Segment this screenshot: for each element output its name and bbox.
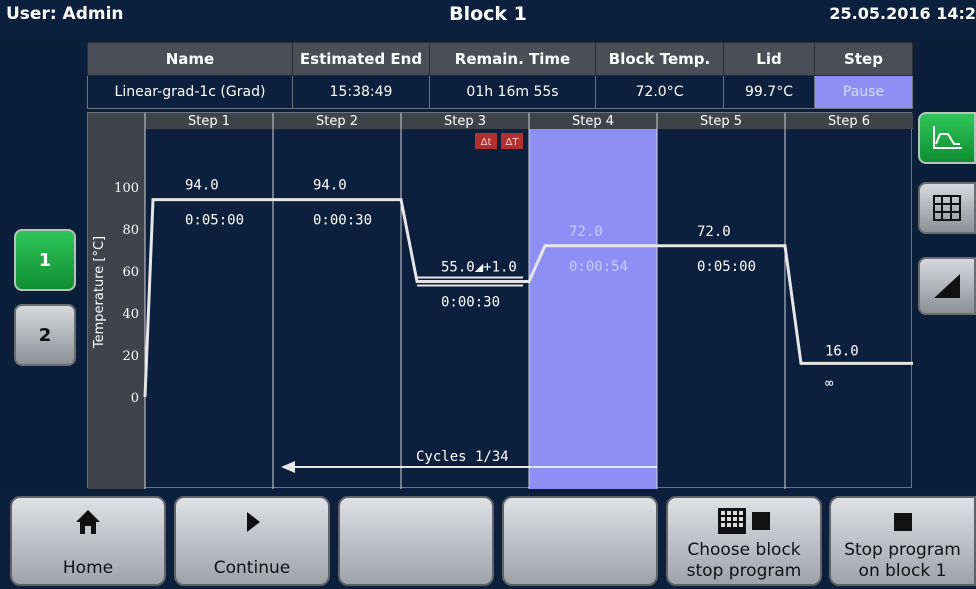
empty-button-1[interactable] bbox=[338, 496, 494, 586]
value-lid: 99.7°C bbox=[723, 75, 815, 109]
y-tick-label: 40 bbox=[122, 307, 139, 322]
block-2-button[interactable]: 2 bbox=[14, 304, 76, 366]
step-time-label: 0:00:54 bbox=[569, 259, 628, 275]
value-block-temp: 72.0°C bbox=[595, 75, 724, 109]
table-view-button[interactable] bbox=[918, 182, 976, 234]
header-step: Step bbox=[814, 42, 913, 76]
header-estimated-end: Estimated End bbox=[292, 42, 430, 76]
step-temperature-label: 94.0 bbox=[313, 178, 347, 194]
step3-badge-label: ΔT bbox=[506, 137, 520, 148]
step3-badge-label: Δt bbox=[481, 137, 492, 148]
value-remain-time: 01h 16m 55s bbox=[429, 75, 596, 109]
block-grid-stop-icon bbox=[668, 506, 820, 543]
cycles-arrow-head bbox=[281, 461, 295, 473]
y-axis-label: Temperature [°C] bbox=[92, 236, 107, 349]
chart-svg: Step 1 Step 2 Step 3 Step 4 Step 5 Step 6 Temp… bbox=[88, 113, 913, 489]
step-time-label: 0:05:00 bbox=[697, 259, 756, 275]
status-table: Name Estimated End Remain. Time Block Te… bbox=[87, 42, 913, 109]
header-remain-time: Remain. Time bbox=[429, 42, 596, 76]
home-button[interactable]: Home bbox=[10, 496, 166, 586]
play-icon bbox=[176, 508, 328, 543]
block-1-button[interactable]: 1 bbox=[14, 229, 76, 291]
profile-graph-icon bbox=[933, 126, 962, 149]
step-temperature-label: 16.0 bbox=[825, 343, 859, 359]
status-value-row: Linear-grad-1c (Grad) 15:38:49 01h 16m 5… bbox=[87, 75, 913, 109]
home-button-label: Home bbox=[62, 558, 114, 578]
y-tick-label: 60 bbox=[122, 265, 139, 280]
block-2-label: 2 bbox=[38, 324, 52, 346]
cycles-label: Cycles 1/34 bbox=[416, 449, 509, 465]
y-tick-label: 0 bbox=[131, 391, 139, 406]
header-block-temp: Block Temp. bbox=[595, 42, 724, 76]
stop-program-label: Stop program on block 1 bbox=[844, 540, 961, 581]
value-step-status: Pause bbox=[814, 75, 913, 109]
home-icon bbox=[12, 508, 164, 543]
stop-program-button[interactable]: Stop program on block 1 bbox=[829, 496, 976, 586]
step-label: Step 6 bbox=[828, 114, 870, 129]
step-time-label: ∞ bbox=[825, 375, 834, 391]
profile-view-button[interactable] bbox=[918, 112, 976, 164]
step-temperature-label: 55.0◢+1.0 bbox=[441, 260, 517, 276]
step-label: Step 4 bbox=[572, 114, 614, 129]
ramp-view-button[interactable] bbox=[918, 257, 976, 315]
y-tick-label: 20 bbox=[122, 349, 139, 364]
step-label: Step 1 bbox=[188, 114, 230, 129]
value-estimated-end: 15:38:49 bbox=[292, 75, 430, 109]
step-label: Step 2 bbox=[316, 114, 358, 129]
header-lid: Lid bbox=[723, 42, 815, 76]
step-temperature-label: 72.0 bbox=[697, 224, 731, 240]
value-name: Linear-grad-1c (Grad) bbox=[87, 75, 293, 109]
header-name: Name bbox=[87, 42, 293, 76]
step-time-label: 0:00:30 bbox=[313, 213, 372, 229]
choose-block-stop-button[interactable]: Choose block stop program bbox=[666, 496, 822, 586]
stop-icon bbox=[831, 508, 974, 543]
ramp-icon bbox=[934, 274, 960, 298]
y-tick-label: 80 bbox=[122, 223, 139, 238]
block-1-label: 1 bbox=[38, 249, 52, 271]
step-time-label: 0:00:30 bbox=[441, 295, 500, 311]
datetime-label: 25.05.2016 14:2 bbox=[829, 4, 976, 23]
table-grid-icon bbox=[933, 195, 961, 221]
choose-block-stop-label: Choose block stop program bbox=[686, 540, 802, 581]
empty-button-2[interactable] bbox=[502, 496, 658, 586]
step-label: Step 5 bbox=[700, 114, 742, 129]
title-bar: User: Admin Block 1 25.05.2016 14:2 bbox=[0, 0, 976, 40]
status-header-row: Name Estimated End Remain. Time Block Te… bbox=[87, 42, 913, 76]
step-temperature-label: 72.0 bbox=[569, 224, 603, 240]
continue-button-label: Continue bbox=[213, 558, 291, 578]
temperature-profile-chart: Step 1 Step 2 Step 3 Step 4 Step 5 Step 6 Temp… bbox=[87, 112, 913, 489]
continue-button[interactable]: Continue bbox=[174, 496, 330, 586]
highlighted-step-column bbox=[529, 129, 657, 489]
step-time-label: 0:05:00 bbox=[185, 213, 244, 229]
step-temperature-label: 94.0 bbox=[185, 178, 219, 194]
bottom-toolbar: Home Continue Choose block stop program bbox=[0, 491, 976, 589]
y-tick-label: 100 bbox=[114, 181, 139, 196]
step-label: Step 3 bbox=[444, 114, 486, 129]
